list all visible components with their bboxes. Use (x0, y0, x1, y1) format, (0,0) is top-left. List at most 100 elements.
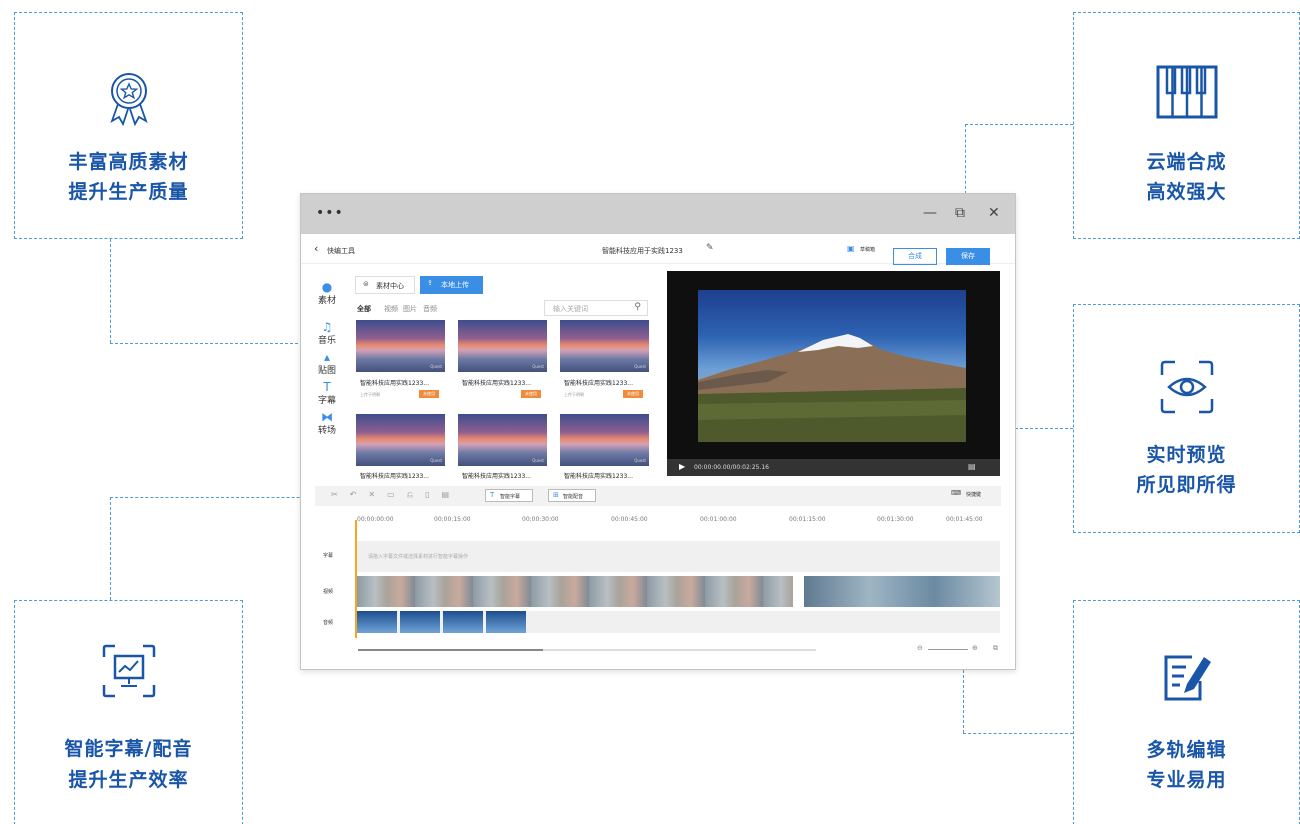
feature-subtitle: 所见即所得 (1136, 474, 1237, 496)
editor-window: ••• — ⧉ ✕ ‹ 快编工具 智能科技应用于实践1233 ✎ ▣ 草稿箱 合… (300, 193, 1016, 670)
zoom-out-icon[interactable]: ⊖ (917, 644, 923, 652)
audio-clip[interactable] (400, 611, 440, 633)
search-placeholder: 输入关键词 (553, 305, 588, 313)
tab-local-upload[interactable]: ⇪ 本地上传 (420, 276, 483, 294)
save-button[interactable]: 保存 (946, 248, 990, 265)
ruler-tick: 00:01:45:00 (946, 516, 983, 523)
feature-card-multitrack: 多轨编辑 专业易用 (1073, 600, 1300, 824)
tab-label: 素材中心 (376, 282, 404, 290)
material-meta: 上传于明朝 (564, 392, 584, 397)
database-icon: ⊜ (363, 280, 369, 288)
subtitle-track[interactable]: 请拖入字幕文件或选择素材进行智能字幕操作 (357, 541, 1000, 572)
close-icon[interactable]: ✕ (988, 205, 1000, 221)
filter-audio[interactable]: 音频 (423, 304, 437, 314)
mountain-landscape (698, 334, 966, 442)
play-icon[interactable]: ▶ (679, 462, 685, 471)
feature-subtitle: 高效强大 (1146, 181, 1227, 203)
compose-button[interactable]: 合成 (893, 248, 937, 265)
project-title: 智能科技应用于实践1233 (602, 247, 683, 255)
ruler-tick: 00:00:45:00 (611, 516, 648, 523)
feature-subtitle: 专业易用 (1146, 769, 1227, 791)
draft-box-icon[interactable]: ▣ (847, 244, 855, 253)
sidebar-item-label: 音乐 (317, 336, 336, 346)
back-icon[interactable]: ‹ (314, 242, 318, 255)
ruler-tick: 00:00:30:00 (522, 516, 559, 523)
audio-clip[interactable] (486, 611, 526, 633)
feature-card-cloud: 云端合成 高效强大 (1073, 12, 1300, 239)
sidebar-item-sticker[interactable]: ▴ 贴图 (315, 350, 339, 378)
timeline-scrollbar[interactable] (358, 649, 816, 651)
thumbnail-watermark: Quest (634, 458, 646, 463)
material-thumbnail[interactable]: Quest (356, 320, 445, 372)
scrollbar-thumb[interactable] (358, 649, 543, 651)
ruler-tick: 00:01:00:00 (700, 516, 737, 523)
search-icon[interactable]: ⚲ (634, 302, 641, 312)
video-clip-1[interactable] (357, 576, 793, 607)
feature-title: 丰富高质素材 (68, 151, 189, 173)
material-title: 智能科技应用实践1233... (360, 473, 429, 480)
material-thumbnail[interactable]: Quest (458, 414, 547, 466)
back-label[interactable]: 快编工具 (327, 246, 355, 256)
player-controls: ▶ 00:00:00.00/00:02:25.16 ▤ (667, 459, 1000, 476)
ruler-tick: 00:01:15:00 (789, 516, 826, 523)
toolbar-icon-group[interactable]: ✂↶✕▭⎌▯▤ (331, 490, 461, 500)
feature-title: 实时预览 (1146, 444, 1227, 466)
tab-material-center[interactable]: ⊜ 素材中心 (355, 276, 415, 294)
material-thumbnail[interactable]: Quest (356, 414, 445, 466)
material-thumbnail[interactable]: Quest (560, 414, 649, 466)
material-title: 智能科技应用实践1233... (564, 380, 633, 387)
ruler-tick: 00:01:30:00 (877, 516, 914, 523)
feature-showcase: 丰富高质素材 提升生产质量 云端合成 高效强大 实时预览 所见即所得 智能字幕/… (0, 0, 1300, 824)
filter-all[interactable]: 全部 (357, 304, 371, 314)
transition-icon: ⧓ (321, 410, 333, 424)
thumbnail-watermark: Quest (430, 364, 442, 369)
timecode: 00:00:00.00/00:02:25.16 (694, 464, 769, 471)
sidebar-item-label: 字幕 (317, 396, 336, 406)
feature-title: 智能字幕/配音 (64, 738, 193, 760)
video-clip-2[interactable] (804, 576, 1000, 607)
material-status-tag: 未使用 (521, 390, 541, 398)
material-title: 智能科技应用实践1233... (462, 473, 531, 480)
button-label: 智能配音 (563, 494, 584, 500)
music-note-icon: ♫ (321, 320, 333, 334)
audio-clip[interactable] (357, 611, 397, 633)
zoom-in-icon[interactable]: ⊕ (972, 644, 978, 652)
audio-clip[interactable] (443, 611, 483, 633)
material-meta: 上传于明朝 (360, 392, 380, 397)
filter-image[interactable]: 图片 (403, 304, 417, 314)
shortcut-label[interactable]: 快捷键 (966, 491, 981, 498)
search-input[interactable]: 输入关键词 ⚲ (544, 300, 648, 316)
smart-subtitle-button[interactable]: T 智能字幕 (485, 489, 533, 502)
sidebar-item-transition[interactable]: ⧓ 转场 (315, 410, 339, 438)
filter-video[interactable]: 视频 (384, 304, 398, 314)
snapshot-icon[interactable]: ▤ (968, 462, 976, 471)
material-title: 智能科技应用实践1233... (462, 380, 531, 387)
minimize-icon[interactable]: — (923, 205, 937, 221)
dub-icon: ⊞ (553, 491, 559, 499)
upload-icon: ⇪ (427, 279, 433, 287)
edit-pencil-icon[interactable]: ✎ (706, 243, 714, 253)
fit-view-icon[interactable]: ⧉ (993, 644, 998, 653)
sidebar-item-music[interactable]: ♫ 音乐 (315, 320, 339, 348)
sidebar-item-label: 贴图 (317, 366, 336, 376)
feature-card-preview: 实时预览 所见即所得 (1073, 304, 1300, 533)
feature-card-smart: 智能字幕/配音 提升生产效率 (14, 600, 243, 824)
material-thumbnail[interactable]: Quest (560, 320, 649, 372)
edit-toolbar: ✂↶✕▭⎌▯▤ T 智能字幕 ⊞ 智能配音 ⌨ 快捷键 (315, 486, 1001, 506)
restore-icon[interactable]: ⧉ (955, 205, 965, 221)
draft-box-label[interactable]: 草稿箱 (860, 246, 875, 253)
sidebar-item-material[interactable]: ● 素材 (315, 280, 339, 308)
material-thumbnail[interactable]: Quest (458, 320, 547, 372)
award-ribbon-icon (109, 73, 148, 127)
connector-line (110, 343, 318, 344)
zoom-slider[interactable] (928, 649, 968, 650)
smart-dub-button[interactable]: ⊞ 智能配音 (548, 489, 596, 502)
edit-list-icon (1164, 655, 1211, 701)
track-label-audio: 音频 (323, 620, 334, 626)
feature-title: 多轨编辑 (1146, 739, 1227, 761)
keyboard-icon[interactable]: ⌨ (951, 489, 961, 497)
sidebar-item-subtitle[interactable]: T 字幕 (315, 380, 339, 408)
feature-card-materials: 丰富高质素材 提升生产质量 (14, 12, 243, 239)
track-label-video: 视频 (323, 589, 334, 595)
menu-dots-icon[interactable]: ••• (316, 205, 344, 221)
